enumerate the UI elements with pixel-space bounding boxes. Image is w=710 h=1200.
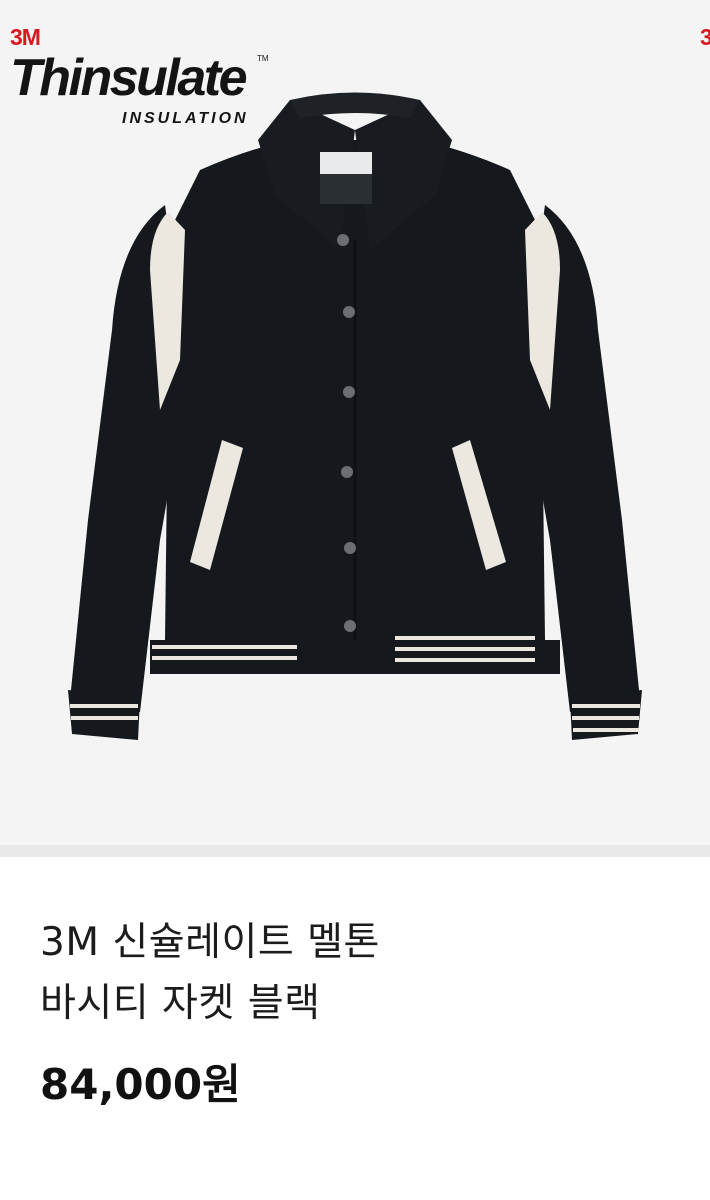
product-info: 3M 신슐레이트 멜톤 바시티 자켓 블랙 84,000원 xyxy=(40,912,680,1110)
logo-tagline: INSULATION xyxy=(122,110,249,127)
product-title-line1: 3M 신슐레이트 멜톤 xyxy=(40,920,380,965)
product-title: 3M 신슐레이트 멜톤 바시티 자켓 블랙 xyxy=(40,912,680,1034)
left-cuff xyxy=(68,690,140,740)
hem-ribbing xyxy=(150,636,560,674)
logo-trademark: TM xyxy=(257,54,269,63)
product-image[interactable]: 3M Thinsulate TM INSULATION 3 xyxy=(0,0,710,845)
logo-3m-mark: 3M xyxy=(10,24,41,50)
product-price: 84,000원 xyxy=(40,1060,241,1109)
logo-wordmark: Thinsulate xyxy=(10,49,248,107)
product-title-line2: 바시티 자켓 블랙 xyxy=(40,981,321,1026)
thinsulate-logo: 3M Thinsulate TM INSULATION xyxy=(10,24,280,134)
right-cuff xyxy=(570,690,642,740)
collar-stand xyxy=(290,92,420,118)
neck-label xyxy=(320,152,372,174)
product-detail-page: 3M Thinsulate TM INSULATION 3 3M 신슐레이트 멜… xyxy=(0,0,710,1200)
image-divider xyxy=(0,845,710,857)
next-image-peek[interactable]: 3 xyxy=(700,24,710,51)
